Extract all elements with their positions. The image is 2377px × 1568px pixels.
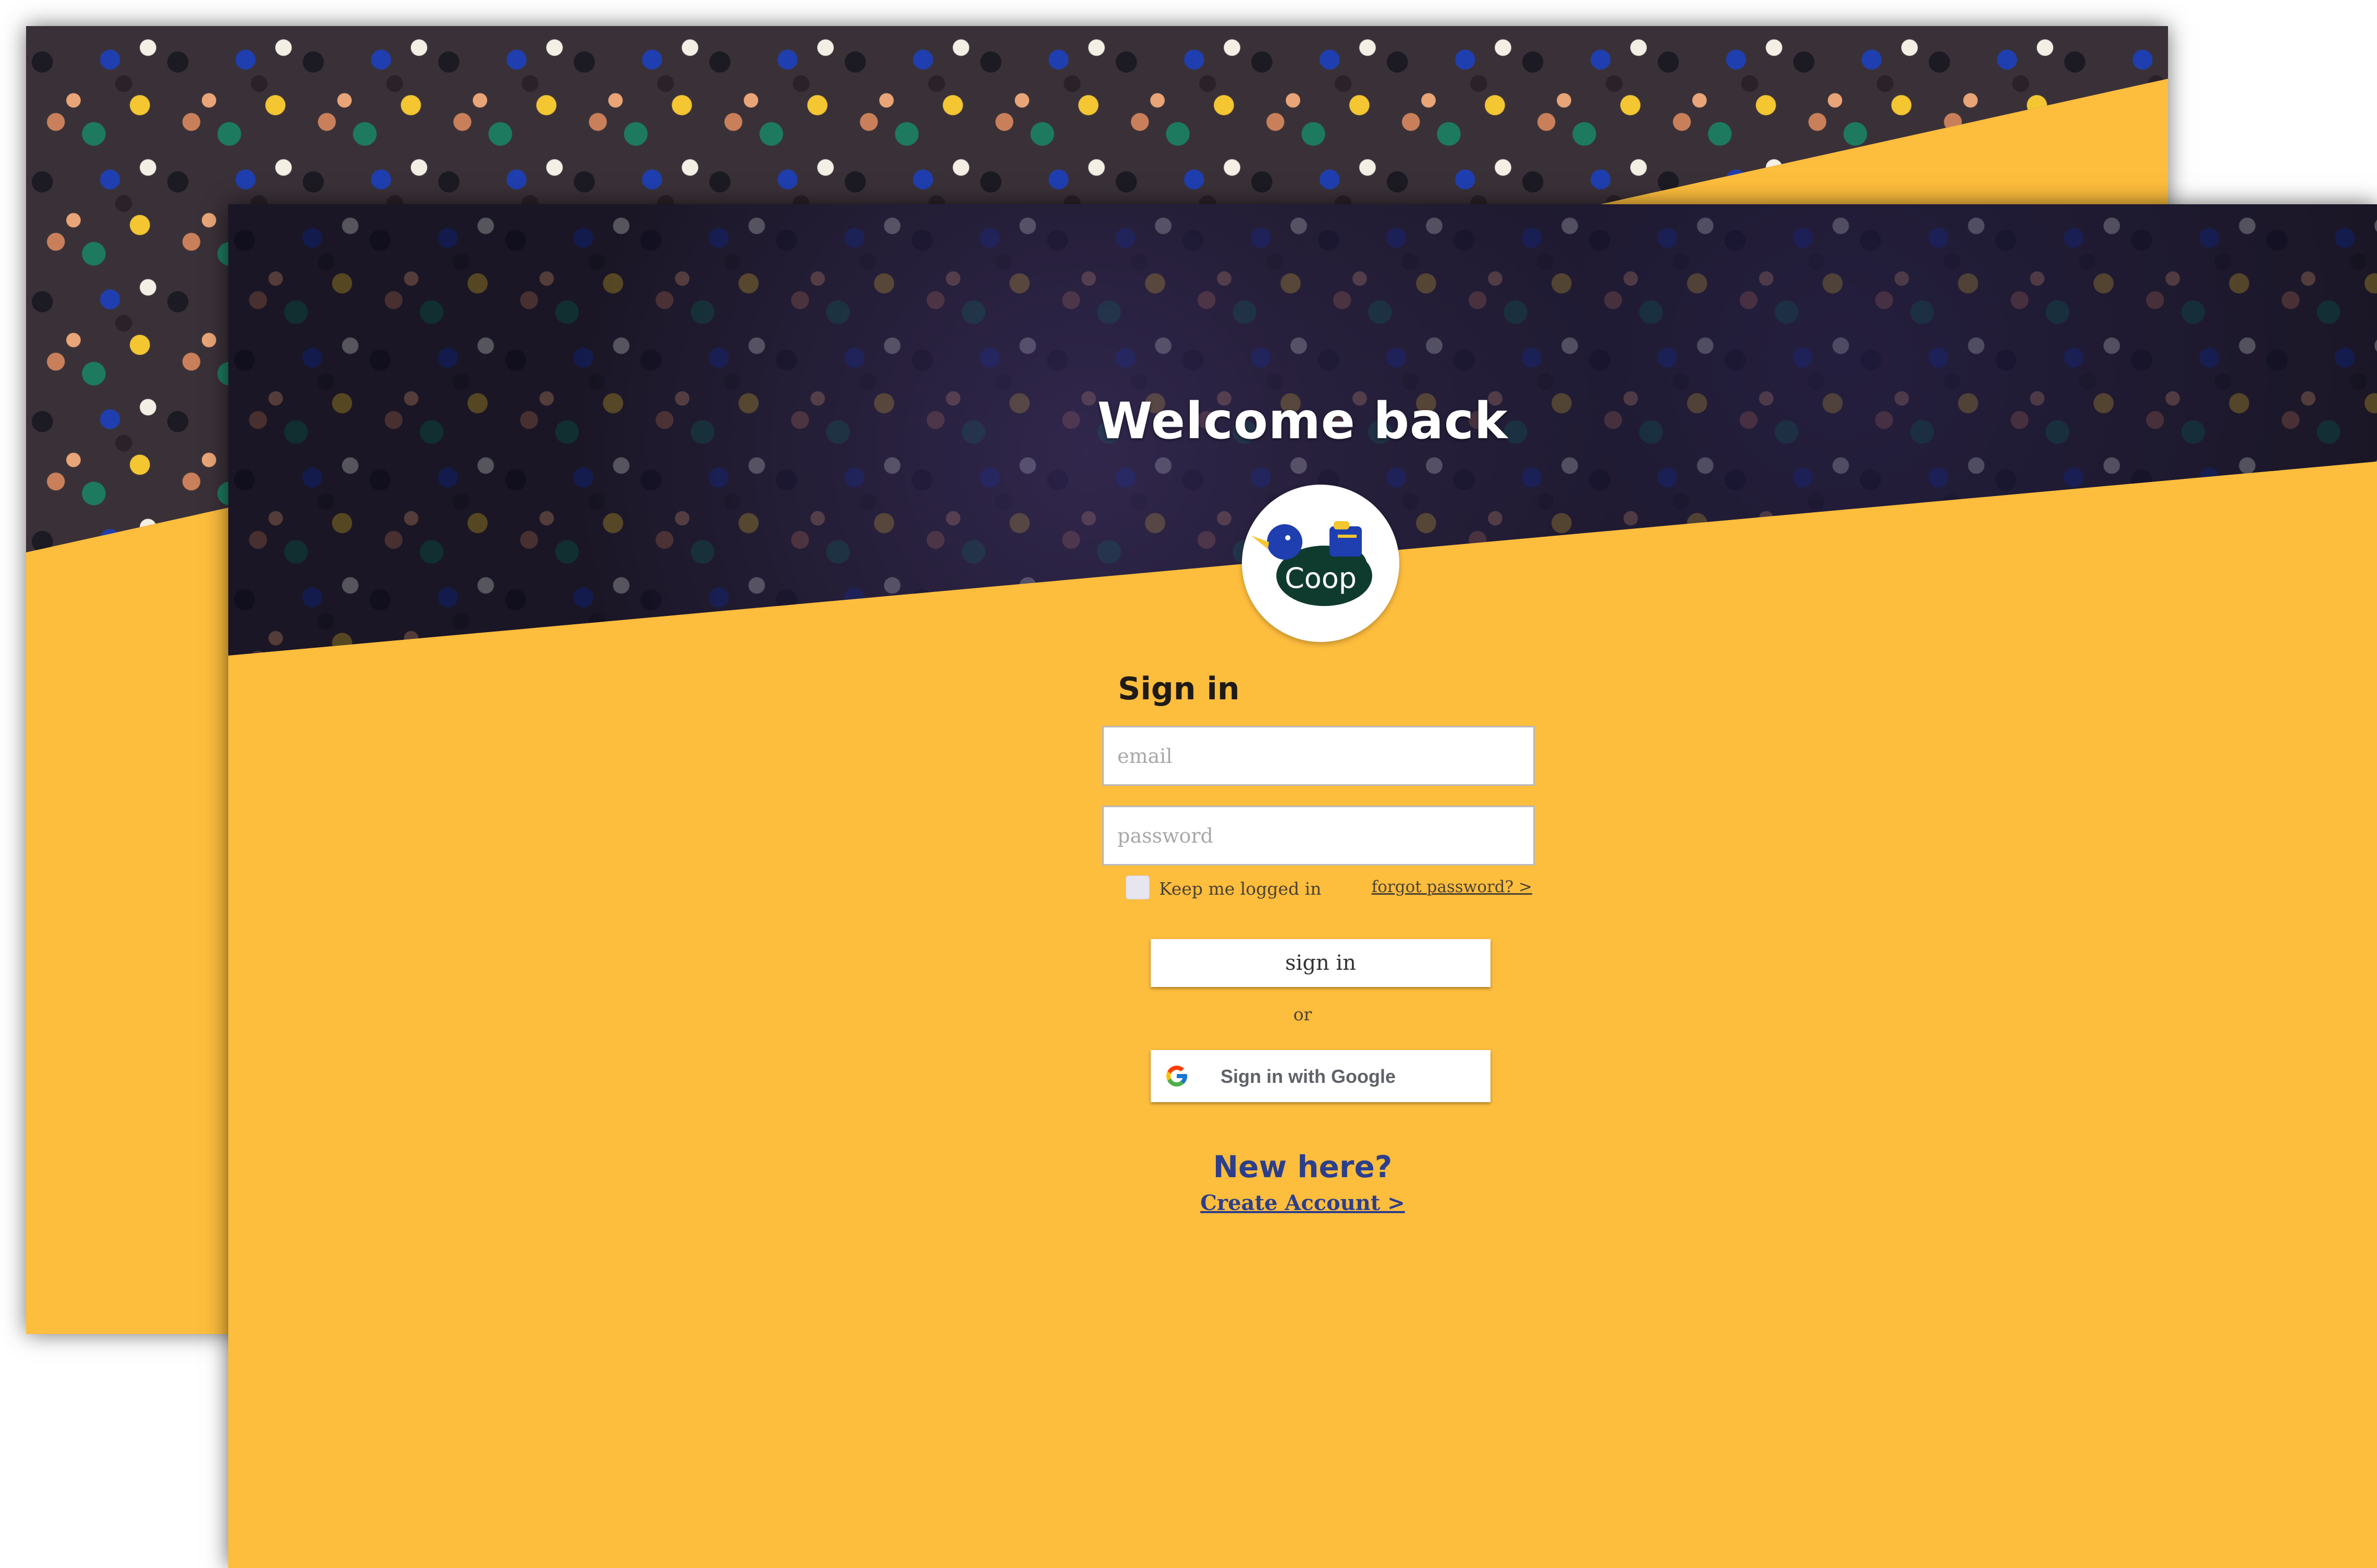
google-g-icon bbox=[1166, 1066, 1187, 1087]
create-account-link[interactable]: Create Account > bbox=[228, 1191, 2377, 1215]
new-here-heading: New here? bbox=[1213, 1149, 1393, 1184]
welcome-title: Welcome back bbox=[1097, 392, 1508, 450]
signin-button[interactable]: sign in bbox=[1151, 939, 1491, 987]
email-field[interactable] bbox=[1102, 726, 1535, 786]
password-field[interactable] bbox=[1102, 806, 1535, 866]
keep-logged-in-label: Keep me logged in bbox=[1159, 879, 1322, 899]
signin-page: Welcome back Coop Sign in Keep me logged… bbox=[228, 204, 2377, 1568]
keep-logged-in-checkbox[interactable] bbox=[1126, 875, 1150, 899]
signin-heading: Sign in bbox=[1118, 671, 1240, 707]
google-signin-button[interactable]: Sign in with Google bbox=[1151, 1050, 1491, 1102]
coop-duck-logo-icon: Coop bbox=[1242, 485, 1399, 642]
or-divider-text: or bbox=[1293, 1004, 1312, 1024]
forgot-password-link[interactable]: forgot password? > bbox=[1372, 878, 1532, 896]
google-signin-label: Sign in with Google bbox=[1221, 1066, 1396, 1087]
remember-row: Keep me logged in forgot password? > bbox=[1126, 875, 1532, 902]
logo-text: Coop bbox=[1284, 562, 1357, 595]
